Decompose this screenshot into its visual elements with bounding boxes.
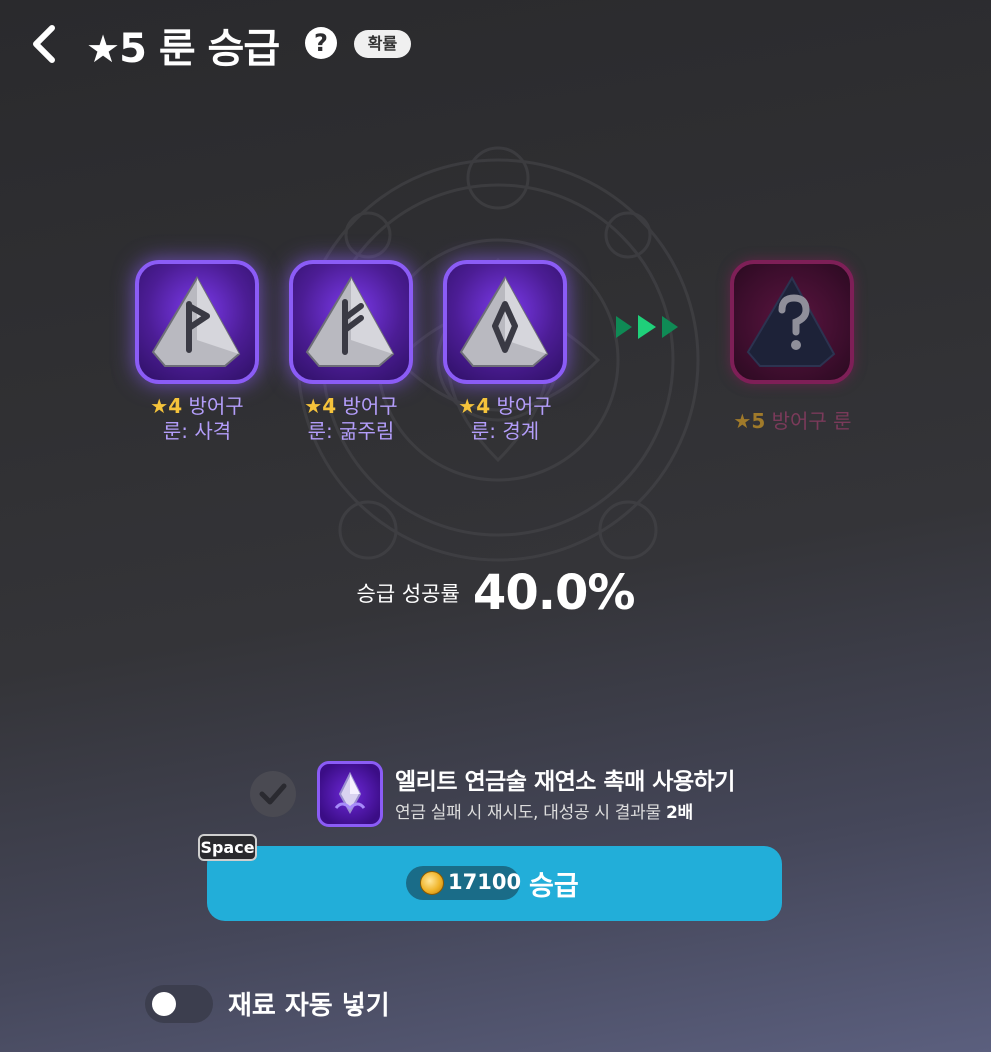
rune-f-icon bbox=[305, 275, 395, 367]
page-title: ★5 룬 승급 bbox=[86, 26, 280, 72]
material-slot-1[interactable] bbox=[135, 260, 259, 384]
crystal-icon bbox=[334, 771, 366, 815]
top-bar: ★5 룬 승급 ? 확률 bbox=[0, 0, 991, 90]
upgrade-button-label: 승급 bbox=[529, 871, 579, 902]
catalyst-description: 연금 실패 시 재시도, 대성공 시 결과물 2배 bbox=[395, 803, 693, 823]
catalyst-item-icon bbox=[317, 761, 383, 827]
success-rate-value: 40.0% bbox=[472, 565, 636, 621]
forward-arrows-icon bbox=[616, 315, 678, 339]
success-rate: 승급 성공률 40.0% bbox=[0, 565, 991, 621]
star-icon: ★ bbox=[86, 27, 120, 71]
rune-diamond-icon bbox=[459, 275, 549, 367]
catalyst-title: 엘리트 연금술 재연소 촉매 사용하기 bbox=[395, 769, 735, 795]
rune-p-icon bbox=[151, 275, 241, 367]
help-button[interactable]: ? bbox=[305, 27, 337, 59]
space-key-hint: Space bbox=[198, 834, 257, 861]
success-rate-label: 승급 성공률 bbox=[356, 582, 460, 606]
result-slot[interactable] bbox=[730, 260, 854, 384]
catalyst-checkbox[interactable] bbox=[250, 771, 296, 817]
toggle-knob bbox=[152, 992, 176, 1016]
check-icon bbox=[259, 783, 287, 805]
cost-badge: 17100 bbox=[406, 866, 522, 900]
auto-fill-toggle[interactable] bbox=[145, 985, 213, 1023]
result-label: ★5 방어구 룬 bbox=[733, 409, 852, 433]
cost-value: 17100 bbox=[448, 870, 522, 894]
probability-button[interactable]: 확률 bbox=[354, 30, 411, 58]
material-label-2: ★4 방어구 룬: 굶주림 bbox=[304, 394, 398, 443]
material-label-3: ★4 방어구 룬: 경계 bbox=[458, 394, 552, 443]
material-label-1: ★4 방어구 룬: 사격 bbox=[150, 394, 244, 443]
material-slot-3[interactable] bbox=[443, 260, 567, 384]
auto-fill-label: 재료 자동 넣기 bbox=[228, 991, 390, 1021]
gold-coin-icon bbox=[420, 871, 444, 895]
material-slot-2[interactable] bbox=[289, 260, 413, 384]
unknown-rune-icon bbox=[746, 275, 836, 367]
back-arrow-icon[interactable] bbox=[24, 22, 64, 66]
